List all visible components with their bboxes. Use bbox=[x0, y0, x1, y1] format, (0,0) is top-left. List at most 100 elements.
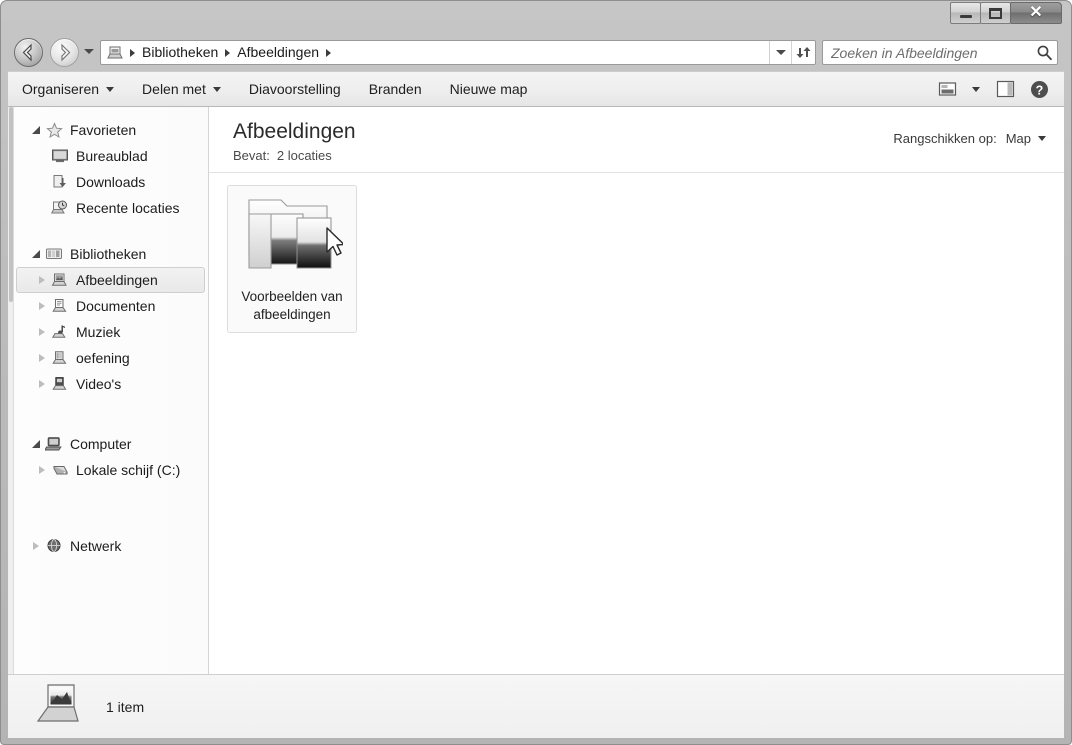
chevron-down-icon bbox=[1038, 136, 1046, 141]
toolbar-item-nieuwe-map[interactable]: Nieuwe map bbox=[436, 76, 542, 102]
expander-closed-icon[interactable] bbox=[35, 302, 49, 310]
chevron-down-icon bbox=[972, 86, 980, 92]
toolbar-item-branden[interactable]: Branden bbox=[355, 76, 436, 102]
expander-closed-icon[interactable] bbox=[29, 542, 43, 550]
back-button[interactable] bbox=[14, 38, 43, 67]
help-button[interactable]: ? bbox=[1024, 76, 1054, 102]
search-input[interactable] bbox=[823, 42, 1031, 63]
forward-arrow-icon bbox=[61, 43, 71, 62]
expander-closed-icon[interactable] bbox=[35, 354, 49, 362]
search-box[interactable] bbox=[822, 40, 1058, 65]
sidebar-item-afbeeldingen[interactable]: Afbeeldingen bbox=[16, 267, 205, 293]
refresh-icon bbox=[796, 47, 811, 58]
forward-button[interactable] bbox=[50, 38, 79, 67]
sidebar-item-lokale-schijf-c[interactable]: Lokale schijf (C:) bbox=[16, 457, 205, 483]
expander-closed-icon[interactable] bbox=[35, 328, 49, 336]
toolbar-item-label: Diavoorstelling bbox=[248, 81, 341, 97]
arrange-by-value-group[interactable]: Map bbox=[1006, 131, 1046, 146]
maximize-button[interactable] bbox=[980, 2, 1011, 24]
sidebar-item-label: Bureaublad bbox=[76, 148, 148, 164]
sidebar-scrollbar[interactable] bbox=[8, 107, 14, 674]
sidebar-item-videos[interactable]: Video's bbox=[16, 371, 205, 397]
music-library-icon bbox=[49, 324, 71, 340]
pictures-library-icon bbox=[49, 272, 71, 288]
downloads-icon bbox=[49, 174, 71, 190]
sidebar-item-computer[interactable]: Computer bbox=[16, 431, 205, 457]
arrange-by-label: Rangschikken op: bbox=[893, 131, 997, 146]
recent-locations-dropdown[interactable] bbox=[84, 49, 94, 54]
sidebar-item-favorieten[interactable]: Favorieten bbox=[16, 117, 205, 143]
expander-open-icon[interactable] bbox=[29, 126, 43, 134]
library-header: Afbeeldingen Bevat: 2 locaties Rangschik… bbox=[209, 107, 1064, 173]
search-icon bbox=[1037, 45, 1052, 61]
list-item[interactable]: Voorbeelden van afbeeldingen bbox=[227, 185, 357, 333]
expander-open-icon[interactable] bbox=[29, 440, 43, 448]
search-button[interactable] bbox=[1031, 44, 1057, 61]
sidebar-item-label: Favorieten bbox=[70, 122, 137, 138]
address-row: Bibliotheken Afbeeldingen bbox=[8, 35, 1064, 71]
documents-library-icon bbox=[49, 298, 71, 314]
sidebar-item-bibliotheken[interactable]: Bibliotheken bbox=[16, 241, 205, 267]
toolbar-item-diavoorstelling[interactable]: Diavoorstelling bbox=[235, 76, 355, 102]
nav-group-computer: Computer Lokale schijf (C:) bbox=[8, 431, 208, 483]
pictures-folder-icon bbox=[241, 192, 345, 280]
minimize-button[interactable] bbox=[950, 2, 981, 24]
toolbar-item-label: Delen met bbox=[142, 81, 206, 97]
breadcrumb-separator bbox=[225, 48, 231, 57]
content-pane: Afbeeldingen Bevat: 2 locaties Rangschik… bbox=[209, 107, 1064, 674]
change-view-button[interactable] bbox=[932, 76, 962, 102]
help-icon: ? bbox=[1030, 80, 1048, 98]
refresh-button[interactable] bbox=[791, 41, 815, 64]
title-bar: ✕ bbox=[8, 1, 1064, 35]
sidebar-item-netwerk[interactable]: Netwerk bbox=[16, 533, 205, 559]
breadcrumb-separator[interactable] bbox=[326, 48, 332, 57]
change-view-icon bbox=[938, 82, 956, 96]
toolbar-item-label: Organiseren bbox=[22, 81, 100, 97]
breadcrumb-item-bibliotheken[interactable]: Bibliotheken bbox=[137, 41, 223, 64]
list-item-label-line1: Voorbeelden van bbox=[241, 289, 343, 304]
sidebar-item-label: Muziek bbox=[76, 324, 121, 340]
nav-group-bibliotheken: Bibliotheken Afbeeldingen Documenten Muz… bbox=[8, 241, 208, 397]
toolbar-item-organiseren[interactable]: Organiseren bbox=[8, 76, 128, 102]
sidebar-item-muziek[interactable]: Muziek bbox=[16, 319, 205, 345]
library-subtitle-value: 2 locaties bbox=[276, 148, 332, 163]
svg-text:?: ? bbox=[1035, 83, 1043, 97]
library-subtitle-label: Bevat: bbox=[233, 148, 270, 163]
status-bar-text: 1 item bbox=[106, 698, 145, 715]
preview-pane-icon bbox=[996, 80, 1014, 98]
navigation-pane: Favorieten Bureaublad Downloads Recente … bbox=[8, 107, 209, 674]
expander-closed-icon[interactable] bbox=[35, 380, 49, 388]
close-icon: ✕ bbox=[1029, 4, 1043, 21]
status-bar-icon bbox=[34, 681, 86, 732]
chevron-down-icon bbox=[106, 86, 115, 92]
explorer-window: ✕ Bibliotheken Afbeeldingen Zoeken in Af… bbox=[0, 0, 1072, 745]
preview-pane-button[interactable] bbox=[990, 76, 1020, 102]
change-view-dropdown[interactable] bbox=[966, 76, 986, 102]
sidebar-item-oefening[interactable]: oefening bbox=[16, 345, 205, 371]
expander-closed-icon[interactable] bbox=[35, 466, 49, 474]
sidebar-item-documenten[interactable]: Documenten bbox=[16, 293, 205, 319]
sidebar-item-bureaublad[interactable]: Bureaublad bbox=[16, 143, 205, 169]
sidebar-item-label: Bibliotheken bbox=[70, 246, 147, 262]
arrange-by-value: Map bbox=[1005, 131, 1031, 146]
expander-closed-icon[interactable] bbox=[35, 276, 49, 284]
library-icon[interactable] bbox=[107, 44, 126, 61]
toolbar-item-delen-met[interactable]: Delen met bbox=[128, 76, 235, 102]
chevron-down-icon bbox=[775, 50, 786, 55]
back-arrow-icon bbox=[22, 43, 32, 62]
sidebar-item-downloads[interactable]: Downloads bbox=[16, 169, 205, 195]
close-button[interactable]: ✕ bbox=[1010, 2, 1062, 24]
sidebar-scrollbar-thumb[interactable] bbox=[9, 107, 13, 302]
nav-group-favorieten: Favorieten Bureaublad Downloads Recente … bbox=[8, 117, 208, 221]
expander-open-icon[interactable] bbox=[29, 250, 43, 258]
address-bar[interactable]: Bibliotheken Afbeeldingen bbox=[100, 40, 816, 65]
sidebar-item-recente-locaties[interactable]: Recente locaties bbox=[16, 195, 205, 221]
breadcrumb-separator bbox=[130, 48, 135, 57]
sidebar-item-label: Netwerk bbox=[70, 538, 122, 554]
breadcrumb-item-afbeeldingen[interactable]: Afbeeldingen bbox=[232, 41, 324, 64]
arrange-by-control[interactable]: Rangschikken op: Map bbox=[893, 131, 1046, 146]
address-dropdown-button[interactable] bbox=[769, 41, 791, 64]
